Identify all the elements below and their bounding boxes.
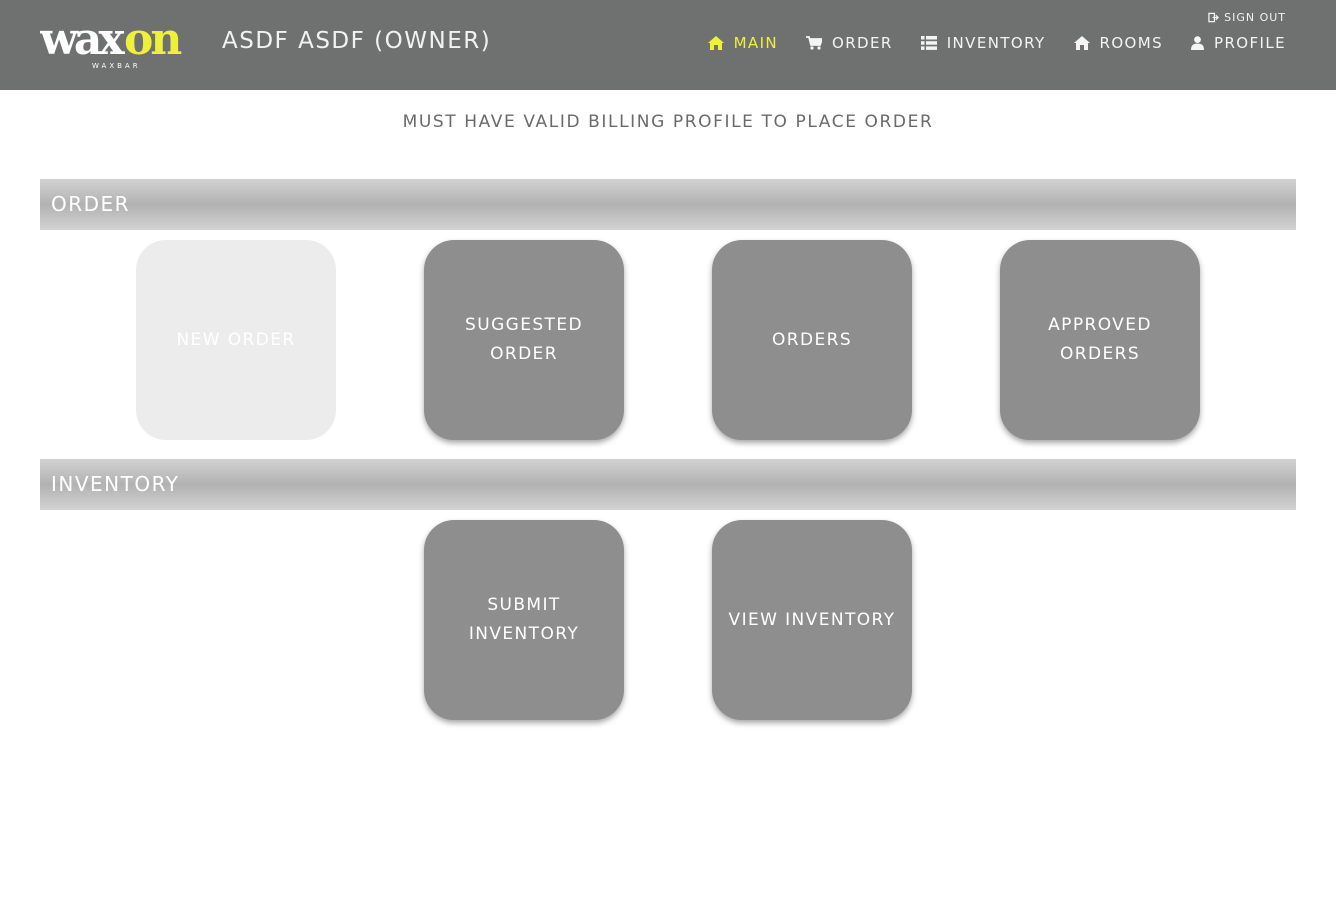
nav-item-order[interactable]: ORDER	[806, 34, 893, 52]
billing-notice: MUST HAVE VALID BILLING PROFILE TO PLACE…	[402, 112, 934, 132]
svg-text:WAXBAR: WAXBAR	[92, 62, 141, 70]
top-navbar: wax on WAXBAR ASDF ASDF (OWNER) SIGN OUT…	[0, 0, 1336, 90]
inventory-section-title: INVENTORY	[51, 472, 180, 496]
sign-out-icon	[1208, 12, 1220, 23]
view-inventory-button[interactable]: VIEW INVENTORY	[712, 520, 912, 720]
inventory-section-header: INVENTORY	[40, 459, 1296, 510]
cart-icon	[806, 36, 823, 50]
nav-item-profile[interactable]: PROFILE	[1191, 34, 1286, 52]
suggested-order-button[interactable]: SUGGESTED ORDER	[424, 240, 624, 440]
user-title: ASDF ASDF (OWNER)	[222, 28, 492, 54]
order-section-title: ORDER	[51, 192, 131, 216]
user-icon	[1191, 36, 1205, 50]
nav-item-inventory[interactable]: INVENTORY	[920, 34, 1046, 52]
nav-label-inventory: INVENTORY	[946, 34, 1046, 52]
sign-out-link[interactable]: SIGN OUT	[1208, 11, 1286, 24]
nav-item-rooms[interactable]: ROOMS	[1073, 34, 1164, 52]
nav-label-order: ORDER	[832, 34, 893, 52]
svg-text:wax: wax	[40, 14, 125, 65]
nav-label-profile: PROFILE	[1214, 34, 1286, 52]
nav-label-rooms: ROOMS	[1099, 34, 1164, 52]
nav-label-main: MAIN	[733, 34, 779, 52]
new-order-button[interactable]: NEW ORDER	[136, 240, 336, 440]
list-icon	[920, 36, 937, 50]
approved-orders-button[interactable]: APPROVED ORDERS	[1000, 240, 1200, 440]
orders-button[interactable]: ORDERS	[712, 240, 912, 440]
home-icon	[1073, 36, 1090, 50]
svg-text:on: on	[124, 14, 181, 65]
order-section-header: ORDER	[40, 179, 1296, 230]
nav-item-main[interactable]: MAIN	[707, 34, 779, 52]
home-icon	[707, 36, 724, 50]
sign-out-label: SIGN OUT	[1224, 11, 1286, 24]
submit-inventory-button[interactable]: SUBMIT INVENTORY	[424, 520, 624, 720]
main-nav: MAIN ORDER INVENTORY ROOMS PROFILE	[707, 34, 1286, 52]
waxon-logo[interactable]: wax on WAXBAR	[40, 14, 205, 70]
